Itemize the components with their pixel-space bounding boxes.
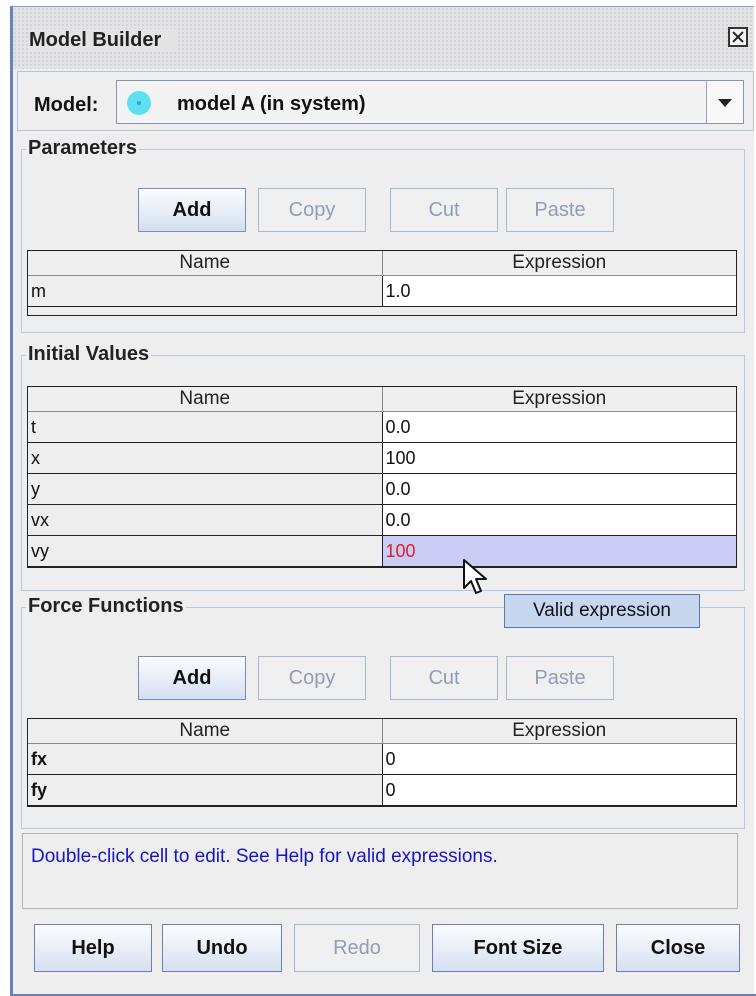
column-header-expression[interactable]: Expression [381, 387, 737, 411]
name-cell[interactable]: fx [28, 744, 382, 774]
font-size-button[interactable]: Font Size [432, 924, 604, 972]
close-button[interactable]: Close [616, 924, 740, 972]
model-label: Model: [34, 94, 99, 116]
column-header-name[interactable]: Name [28, 251, 382, 275]
expression-cell[interactable]: 0.0 [381, 474, 737, 504]
expression-cell[interactable]: 100 [381, 443, 737, 473]
force-copy-button[interactable]: Copy [258, 656, 366, 700]
undo-button[interactable]: Undo [162, 924, 282, 972]
column-header-name[interactable]: Name [28, 387, 382, 411]
expression-cell-editing[interactable]: 100 [381, 536, 736, 566]
parameters-table: Name Expression m 1.0 [27, 250, 737, 316]
name-cell[interactable]: t [28, 412, 382, 442]
close-icon[interactable] [728, 27, 748, 47]
name-cell[interactable]: m [28, 276, 382, 306]
expression-cell[interactable]: 0.0 [381, 505, 737, 535]
expression-cell[interactable]: 0.0 [381, 412, 737, 442]
model-dot-icon [127, 91, 151, 115]
table-header: Name Expression [28, 719, 736, 744]
model-selected-value: model A (in system) [177, 93, 366, 115]
name-cell[interactable]: fy [28, 775, 382, 805]
parameters-copy-button[interactable]: Copy [258, 188, 366, 232]
table-row[interactable]: fx 0 [28, 744, 736, 775]
expression-cell[interactable]: 0 [381, 744, 737, 774]
name-cell[interactable]: vy [28, 536, 382, 566]
model-dropdown[interactable]: model A (in system) [116, 80, 744, 124]
column-header-expression[interactable]: Expression [381, 251, 737, 275]
name-cell[interactable]: x [28, 443, 382, 473]
mouse-pointer-icon [463, 559, 487, 594]
initial-values-panel: Initial Values Name Expression t 0.0 x 1… [21, 343, 745, 591]
parameters-add-button[interactable]: Add [138, 188, 246, 232]
status-message: Double-click cell to edit. See Help for … [31, 846, 498, 867]
parameters-cut-button[interactable]: Cut [390, 188, 498, 232]
force-functions-panel: Force Functions Add Copy Cut Paste Name … [21, 595, 745, 829]
force-functions-title: Force Functions [26, 595, 186, 618]
table-row[interactable]: x 100 [28, 443, 736, 474]
name-cell[interactable]: vx [28, 505, 382, 535]
column-header-name[interactable]: Name [28, 719, 382, 743]
initial-values-table: Name Expression t 0.0 x 100 y 0.0 vx 0.0… [27, 386, 737, 568]
force-functions-table: Name Expression fx 0 fy 0 [27, 718, 737, 807]
force-paste-button[interactable]: Paste [506, 656, 614, 700]
parameters-title: Parameters [26, 137, 139, 160]
window-title: Model Builder [29, 29, 178, 52]
table-header: Name Expression [28, 251, 736, 276]
help-button[interactable]: Help [34, 924, 152, 972]
table-row[interactable]: vx 0.0 [28, 505, 736, 536]
status-bar: Double-click cell to edit. See Help for … [22, 833, 738, 909]
expression-cell[interactable]: 1.0 [381, 276, 737, 306]
table-header: Name Expression [28, 387, 736, 412]
redo-button[interactable]: Redo [294, 924, 420, 972]
table-row[interactable]: m 1.0 [28, 276, 736, 307]
force-cut-button[interactable]: Cut [390, 656, 498, 700]
table-row[interactable]: y 0.0 [28, 474, 736, 505]
initial-values-title: Initial Values [26, 343, 152, 366]
expression-cell[interactable]: 0 [381, 775, 737, 805]
name-cell[interactable]: y [28, 474, 382, 504]
title-bar[interactable]: Model Builder [13, 7, 754, 69]
table-row[interactable]: t 0.0 [28, 412, 736, 443]
model-selector-row: Model: model A (in system) [17, 71, 754, 131]
force-add-button[interactable]: Add [138, 656, 246, 700]
parameters-panel: Parameters Add Copy Cut Paste Name Expre… [21, 137, 745, 333]
parameters-paste-button[interactable]: Paste [506, 188, 614, 232]
tooltip: Valid expression [504, 594, 700, 628]
table-row-selected[interactable]: vy 100 [28, 536, 736, 567]
chevron-down-icon[interactable] [706, 81, 743, 123]
table-row[interactable]: fy 0 [28, 775, 736, 806]
column-header-expression[interactable]: Expression [381, 719, 737, 743]
